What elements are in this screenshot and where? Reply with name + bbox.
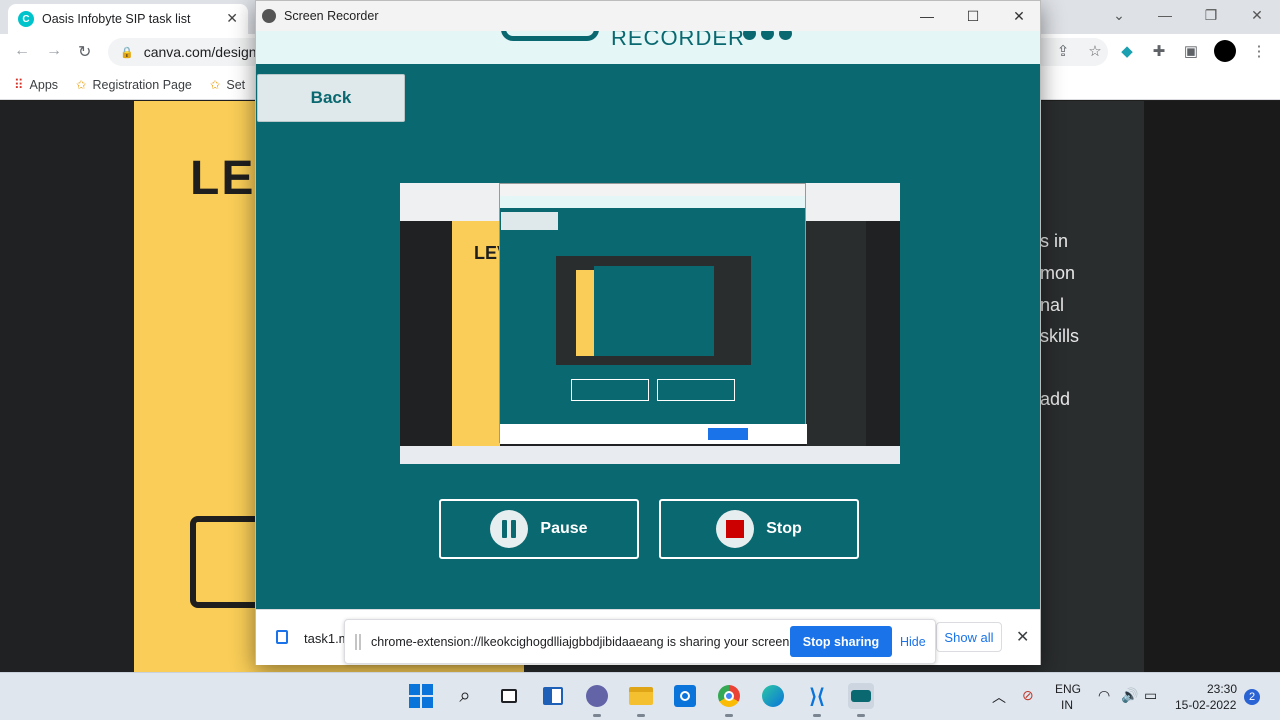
drag-handle-icon[interactable]	[355, 634, 361, 650]
close-icon[interactable]: ✕	[996, 1, 1040, 31]
bookmark-registration[interactable]: ✩ Registration Page	[76, 77, 192, 93]
search-icon[interactable]: ⌕	[452, 683, 478, 709]
hide-link[interactable]: Hide	[900, 635, 926, 649]
close-icon[interactable]: ✕	[1234, 7, 1280, 24]
back-arrow-icon[interactable]: ←	[14, 42, 30, 60]
chevron-up-icon[interactable]: ︿	[992, 687, 1006, 707]
screen-preview: LEV	[400, 183, 900, 464]
minimize-icon[interactable]: —	[904, 1, 950, 31]
slide-text: mon	[1040, 263, 1076, 283]
screen-recorder-window: Screen Recorder — ☐ ✕ RECORDER Back LEV	[255, 0, 1041, 665]
store-icon[interactable]	[672, 683, 698, 709]
bookmark-label: Set	[226, 77, 246, 92]
notification-badge[interactable]: 2	[1244, 689, 1260, 705]
clock-date[interactable]: 15-02-2022	[1175, 698, 1236, 712]
tab-title: Oasis Infobyte SIP task list	[42, 12, 191, 26]
recorder-header: RECORDER	[256, 31, 1040, 64]
bookmark-label: Registration Page	[92, 77, 192, 92]
star-icon[interactable]: ☆	[1086, 42, 1104, 60]
stop-sharing-button[interactable]: Stop sharing	[790, 626, 892, 657]
preview-pause-button	[571, 379, 649, 401]
avatar[interactable]	[1214, 40, 1236, 62]
url-text: canva.com/design/	[143, 44, 261, 60]
slide-text: skills	[1040, 326, 1079, 346]
canva-icon: C	[18, 11, 34, 27]
stop-label: Stop	[766, 520, 802, 537]
vscode-icon[interactable]: ⟩⟨	[804, 683, 830, 717]
network-alert-icon[interactable]: ⊘	[1022, 687, 1034, 704]
reload-icon[interactable]: ↻	[78, 42, 91, 62]
file-explorer-icon[interactable]	[628, 683, 654, 717]
screen-logo-icon	[501, 31, 599, 41]
preview-dark-panel	[806, 221, 866, 446]
slide-text: nal	[1040, 295, 1065, 315]
header-title: RECORDER	[611, 31, 745, 50]
apps-grid-icon: ⠿	[14, 76, 24, 92]
region-indicator: IN	[1061, 698, 1073, 712]
puzzle-icon[interactable]: ✚	[1150, 42, 1168, 60]
task-view-icon[interactable]	[496, 683, 522, 709]
share-icon[interactable]: ⇪	[1054, 42, 1072, 60]
download-item[interactable]: task1.m	[304, 631, 350, 646]
preview-recorder-window	[499, 183, 807, 444]
edge-icon[interactable]	[760, 683, 786, 709]
recorder-app-icon	[262, 9, 276, 23]
slide-text: add	[1040, 389, 1071, 409]
pause-label: Pause	[540, 520, 588, 537]
sidepanel-icon[interactable]: ▣	[1182, 42, 1200, 60]
show-all-button[interactable]: Show all	[936, 622, 1002, 652]
preview-stop-button	[657, 379, 735, 401]
windows-start-icon[interactable]	[408, 683, 434, 709]
slide-text: s in	[1040, 231, 1069, 251]
preview-nested-screen	[556, 256, 751, 365]
taskbar: ⌕ ⟩⟨ ︿ ⊘ ENG IN ◠ 🔊 ▭ 23:30 15-02-2022 2	[0, 672, 1280, 720]
stop-icon	[716, 510, 755, 548]
maximize-icon[interactable]: ☐	[950, 1, 996, 31]
forward-arrow-icon[interactable]: →	[46, 42, 62, 60]
extension-icon[interactable]: ◆	[1118, 42, 1136, 60]
minimize-icon[interactable]: —	[1142, 7, 1188, 23]
bookmark-apps[interactable]: ⠿ Apps	[14, 77, 58, 93]
star-icon: ✩	[209, 78, 221, 92]
stop-button[interactable]: Stop	[659, 499, 859, 559]
file-icon	[276, 630, 288, 644]
chevron-down-icon[interactable]: ⌄	[1096, 7, 1142, 24]
teams-chat-icon[interactable]	[584, 683, 610, 717]
bookmark-label: Apps	[29, 77, 59, 92]
clock-time[interactable]: 23:30	[1207, 682, 1237, 696]
more-menu-icon[interactable]: ⋮	[1250, 42, 1268, 60]
chrome-icon[interactable]	[716, 683, 742, 717]
screen-sharing-bar: chrome-extension://lkeokcighogdlliajgbbd…	[344, 619, 936, 664]
bookmark-set[interactable]: ✩ Set	[209, 77, 246, 93]
system-tray: ︿ ⊘ ENG IN ◠ 🔊 ▭ 23:30 15-02-2022 2	[980, 673, 1280, 720]
window-title: Screen Recorder	[284, 9, 379, 23]
pause-button[interactable]: Pause	[439, 499, 639, 559]
tab-close-icon[interactable]: ✕	[226, 10, 238, 27]
widgets-icon[interactable]	[540, 683, 566, 709]
preview-sharing-bar	[500, 424, 807, 444]
right-panel	[1144, 101, 1280, 672]
close-icon[interactable]: ✕	[1016, 627, 1029, 647]
language-indicator[interactable]: ENG	[1055, 682, 1081, 696]
restore-icon[interactable]: ❐	[1188, 7, 1234, 24]
preview-taskbar	[400, 446, 900, 464]
volume-icon[interactable]: 🔊	[1121, 687, 1138, 704]
screen-recorder-taskbar-icon[interactable]	[848, 683, 874, 717]
preview-back-button	[501, 212, 558, 230]
lock-icon: 🔒	[120, 46, 134, 59]
chrome-window-controls: ⌄ — ❐ ✕	[1096, 0, 1280, 30]
toolbar-icons: ⇪ ☆ ◆ ✚ ▣ ⋮	[1054, 40, 1268, 62]
sharing-message: chrome-extension://lkeokcighogdlliajgbbd…	[371, 635, 793, 649]
star-icon: ✩	[76, 78, 87, 92]
recorder-titlebar: Screen Recorder — ☐ ✕	[256, 1, 1040, 31]
back-button[interactable]: Back	[257, 74, 405, 122]
header-dots	[743, 31, 792, 40]
pause-icon	[490, 510, 529, 548]
wifi-icon[interactable]: ◠	[1098, 687, 1110, 704]
recorder-window-controls: — ☐ ✕	[904, 1, 1040, 31]
browser-tab[interactable]: C Oasis Infobyte SIP task list ✕	[8, 4, 248, 34]
battery-icon[interactable]: ▭	[1144, 687, 1157, 704]
